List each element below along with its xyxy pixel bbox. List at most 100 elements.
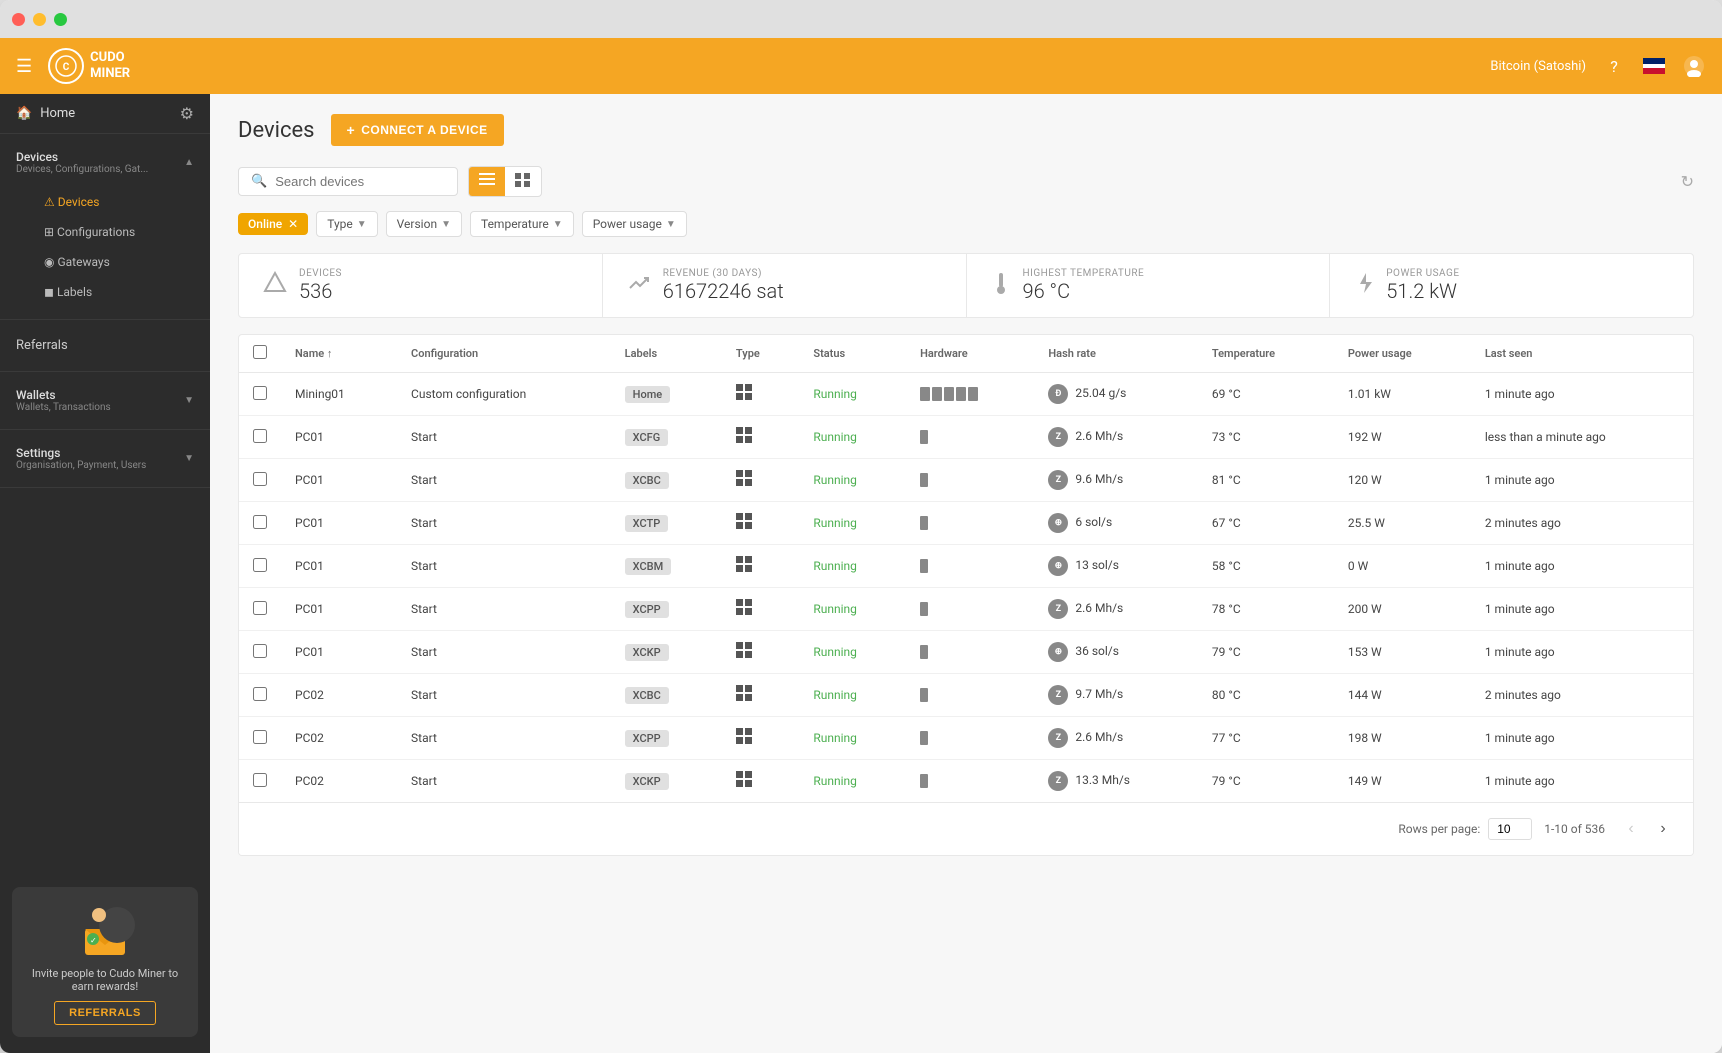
status-badge: Running — [813, 430, 857, 444]
version-filter-dropdown[interactable]: Version ▼ — [386, 211, 462, 237]
windows-icon — [736, 686, 752, 705]
referrals-button[interactable]: REFERRALS — [54, 1001, 156, 1025]
settings-icon[interactable]: ⚙ — [180, 104, 194, 123]
list-view-button[interactable] — [469, 167, 505, 196]
status-badge: Running — [813, 688, 857, 702]
logo: C CUDO MINER — [48, 48, 130, 84]
pagination: Rows per page: 10 25 50 1-10 of 536 ‹ — [239, 802, 1693, 855]
active-filter-tag: Online ✕ — [238, 213, 308, 235]
table-row: PC02StartXCKPRunningZ 13.3 Mh/s79 °C149 … — [239, 760, 1693, 803]
hw-block-sm — [920, 645, 928, 659]
table-header-row: Name ↑ Configuration Labels Type Status … — [239, 335, 1693, 373]
col-hashrate[interactable]: Hash rate — [1034, 335, 1197, 373]
search-input[interactable] — [275, 174, 445, 189]
col-temperature[interactable]: Temperature — [1198, 335, 1334, 373]
row-checkbox[interactable] — [253, 773, 267, 787]
sidebar-item-referrals[interactable]: Referrals — [0, 328, 210, 363]
temperature-stat-value: 96 °C — [1023, 279, 1145, 303]
row-type — [722, 760, 799, 803]
refresh-icon[interactable]: ↻ — [1681, 172, 1694, 191]
col-name[interactable]: Name ↑ — [281, 335, 397, 373]
hardware-bar — [920, 774, 1020, 788]
temperature-filter-dropdown[interactable]: Temperature ▼ — [470, 211, 574, 237]
row-checkbox[interactable] — [253, 687, 267, 701]
sidebar-wallets-group: Wallets Wallets, Transactions ▼ — [0, 372, 210, 430]
hamburger-icon[interactable]: ☰ — [16, 56, 32, 77]
col-labels[interactable]: Labels — [611, 335, 722, 373]
logo-text: CUDO MINER — [90, 50, 130, 81]
col-lastseen[interactable]: Last seen — [1471, 335, 1693, 373]
sidebar-top: 🏠 Home ⚙ — [0, 94, 210, 134]
row-temperature: 69 °C — [1198, 373, 1334, 416]
row-checkbox[interactable] — [253, 644, 267, 658]
sidebar-devices-header[interactable]: Devices Devices, Configurations, Gat... … — [0, 142, 210, 183]
col-status[interactable]: Status — [799, 335, 906, 373]
row-hashrate: Z 2.6 Mh/s — [1034, 717, 1197, 760]
sidebar-item-devices[interactable]: ⚠ Devices — [0, 187, 210, 217]
label-badge: XCTP — [625, 515, 669, 532]
col-power[interactable]: Power usage — [1334, 335, 1471, 373]
page-nav: ‹ › — [1617, 815, 1677, 843]
row-lastseen: 1 minute ago — [1471, 631, 1693, 674]
row-hashrate: Ð 25.04 g/s — [1034, 373, 1197, 416]
referral-promo-card: ✓ Invite people to Cudo Miner to earn re… — [12, 887, 198, 1037]
home-icon: 🏠 — [16, 106, 32, 121]
next-page-button[interactable]: › — [1649, 815, 1677, 843]
stat-temperature: HIGHEST TEMPERATURE 96 °C — [967, 254, 1331, 317]
toolbar: 🔍 ↻ — [238, 166, 1694, 197]
hardware-bar — [920, 602, 1020, 616]
sidebar-item-home[interactable]: 🏠 Home — [16, 106, 75, 121]
prev-page-button[interactable]: ‹ — [1617, 815, 1645, 843]
grid-view-button[interactable] — [505, 167, 541, 196]
status-badge: Running — [813, 387, 857, 401]
windows-icon — [736, 471, 752, 490]
row-labels: XCBC — [611, 459, 722, 502]
close-button[interactable] — [12, 13, 25, 26]
col-type[interactable]: Type — [722, 335, 799, 373]
row-checkbox[interactable] — [253, 472, 267, 486]
devices-stat-label: DEVICES — [299, 268, 342, 279]
table-row: PC01StartXCBMRunning⊕ 13 sol/s58 °C0 W1 … — [239, 545, 1693, 588]
maximize-button[interactable] — [54, 13, 67, 26]
minimize-button[interactable] — [33, 13, 46, 26]
row-checkbox[interactable] — [253, 601, 267, 615]
search-box: 🔍 — [238, 167, 458, 196]
row-lastseen: 1 minute ago — [1471, 459, 1693, 502]
stat-power: POWER USAGE 51.2 kW — [1330, 254, 1693, 317]
row-labels: Home — [611, 373, 722, 416]
col-hardware[interactable]: Hardware — [906, 335, 1034, 373]
row-lastseen: 1 minute ago — [1471, 717, 1693, 760]
sidebar-item-labels[interactable]: ◼ Labels — [0, 277, 210, 307]
power-filter-dropdown[interactable]: Power usage ▼ — [582, 211, 687, 237]
connect-device-button[interactable]: + CONNECT A DEVICE — [331, 114, 504, 146]
chevron-down-icon-2: ▼ — [184, 453, 194, 464]
user-icon[interactable] — [1682, 54, 1706, 78]
sidebar-settings-header[interactable]: Settings Organisation, Payment, Users ▼ — [0, 438, 210, 479]
sidebar-item-configurations[interactable]: ⊞ Configurations — [0, 217, 210, 247]
sidebar-wallets-header[interactable]: Wallets Wallets, Transactions ▼ — [0, 380, 210, 421]
row-checkbox[interactable] — [253, 558, 267, 572]
col-configuration[interactable]: Configuration — [397, 335, 611, 373]
hardware-bar — [920, 731, 1020, 745]
rows-per-page-select[interactable]: 10 25 50 — [1488, 818, 1532, 840]
row-temperature: 77 °C — [1198, 717, 1334, 760]
type-filter-dropdown[interactable]: Type ▼ — [316, 211, 377, 237]
row-config: Start — [397, 588, 611, 631]
sidebar-item-gateways[interactable]: ◉ Gateways — [0, 247, 210, 277]
row-type — [722, 545, 799, 588]
row-checkbox[interactable] — [253, 730, 267, 744]
app-window: ☰ C CUDO MINER Bitcoin (Satoshi) ? — [0, 0, 1722, 1053]
language-icon[interactable] — [1642, 54, 1666, 78]
help-icon[interactable]: ? — [1602, 54, 1626, 78]
row-hardware — [906, 373, 1034, 416]
select-all-checkbox[interactable] — [253, 345, 267, 359]
row-checkbox[interactable] — [253, 386, 267, 400]
windows-icon — [736, 514, 752, 533]
row-config: Start — [397, 416, 611, 459]
row-checkbox[interactable] — [253, 429, 267, 443]
select-all-col — [239, 335, 281, 373]
row-checkbox[interactable] — [253, 515, 267, 529]
hw-block-sm — [920, 430, 928, 444]
filter-close-icon[interactable]: ✕ — [288, 217, 298, 231]
hw-block-sm — [920, 731, 928, 745]
